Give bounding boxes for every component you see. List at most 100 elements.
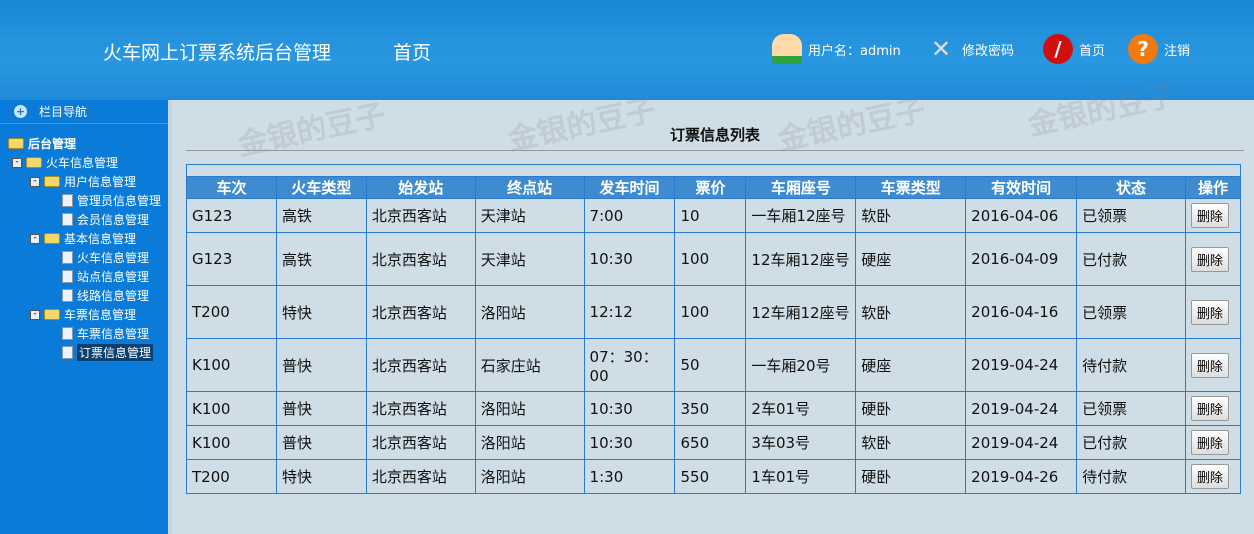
table-header-row: 车次 火车类型 始发站 终点站 发车时间 票价 车厢座号 车票类型 有效时间 状态 操作: [186, 176, 1242, 199]
action-cell: 删除: [1184, 391, 1242, 426]
table-cell: 10:30: [583, 232, 676, 286]
tree-group-basic[interactable]: - 基本信息管理: [0, 229, 168, 248]
column-header: 有效时间: [965, 176, 1078, 199]
table-cell: 高铁: [275, 198, 367, 233]
document-icon: [62, 289, 73, 302]
tree-item-admin[interactable]: 管理员信息管理: [0, 191, 168, 210]
table-cell: 硬卧: [855, 459, 967, 494]
table-cell: 洛阳站: [474, 459, 585, 494]
column-header: 票价: [674, 176, 747, 199]
column-header: 发车时间: [583, 176, 676, 199]
table-cell: 北京西客站: [365, 391, 476, 426]
tree-group-label: 基本信息管理: [64, 232, 137, 246]
action-cell: 删除: [1184, 285, 1242, 339]
tree-group-label: 车票信息管理: [64, 308, 137, 322]
tree-item-route[interactable]: 线路信息管理: [0, 286, 168, 305]
expand-icon[interactable]: +: [14, 105, 27, 118]
table-cell: T200: [186, 459, 277, 494]
table-cell: 洛阳站: [474, 285, 585, 339]
table-cell: 石家庄站: [474, 338, 585, 392]
folder-icon: [44, 233, 60, 244]
header-home-link[interactable]: 首页: [393, 38, 431, 65]
tree-root[interactable]: 后台管理: [0, 134, 168, 153]
table-cell: 2019-04-24: [965, 425, 1078, 460]
folder-icon: [26, 157, 42, 168]
table-cell: K100: [186, 338, 277, 392]
table-cell: 2019-04-24: [965, 391, 1078, 426]
nav-tree: 后台管理 - 火车信息管理 - 用户信息管理 管理员信息管理 会员信息管理 - 基本信…: [0, 124, 168, 362]
delete-button[interactable]: 删除: [1190, 299, 1229, 325]
username-label: 用户名：admin: [808, 43, 901, 59]
tree-group-label: 火车信息管理: [46, 156, 119, 170]
action-cell: 删除: [1184, 338, 1242, 392]
change-password-link[interactable]: ✕ 修改密码: [926, 34, 1014, 64]
table-row: K100 普快 北京西客站 石家庄站 07：30：00 50 一车厢20号 硬座 2019-04…: [186, 338, 1242, 392]
table-cell: 软卧: [855, 425, 967, 460]
table-cell: 软卧: [855, 198, 967, 233]
tools-icon: ✕: [930, 35, 952, 63]
tree-group-train[interactable]: - 火车信息管理: [0, 153, 168, 172]
table-cell: 50: [674, 338, 747, 392]
tree-group-user[interactable]: - 用户信息管理: [0, 172, 168, 191]
tree-group-ticket[interactable]: - 车票信息管理: [0, 305, 168, 324]
delete-button[interactable]: 删除: [1190, 352, 1229, 378]
table-cell: 7:00: [583, 198, 676, 233]
table-row: K100 普快 北京西客站 洛阳站 10:30 650 3车03号 软卧 2019-04-24 已…: [186, 425, 1242, 460]
home-icon: /: [1043, 34, 1073, 64]
table-cell: 软卧: [855, 285, 967, 339]
collapse-icon[interactable]: -: [12, 157, 22, 168]
tree-item-label: 火车信息管理: [77, 251, 150, 265]
column-header: 车次: [186, 176, 277, 199]
table-cell: 一车厢12座号: [745, 198, 857, 233]
home-link[interactable]: / 首页: [1043, 34, 1105, 64]
table-cell: 天津站: [474, 198, 585, 233]
nav-header: + 栏目导航: [0, 100, 168, 124]
table-cell: 普快: [275, 425, 367, 460]
folder-icon: [44, 309, 60, 320]
app-title: 火车网上订票系统后台管理: [103, 42, 332, 64]
delete-button[interactable]: 删除: [1190, 203, 1229, 228]
table-cell: 北京西客站: [365, 285, 476, 339]
table-cell: 已领票: [1076, 391, 1186, 426]
collapse-icon[interactable]: -: [30, 309, 40, 320]
table-cell: 100: [674, 232, 747, 286]
spacer-cell: [186, 164, 1241, 177]
table-cell: 高铁: [275, 232, 367, 286]
table-cell: 2车01号: [745, 391, 857, 426]
logout-link[interactable]: ? 注销: [1128, 34, 1190, 64]
document-icon: [62, 194, 73, 207]
delete-button[interactable]: 删除: [1190, 396, 1229, 421]
table-cell: 北京西客站: [365, 338, 476, 392]
tree-item-station[interactable]: 站点信息管理: [0, 267, 168, 286]
table-cell: 待付款: [1076, 459, 1186, 494]
delete-button[interactable]: 删除: [1190, 464, 1229, 489]
table-cell: 2016-04-06: [965, 198, 1078, 233]
page-title: 订票信息列表: [669, 126, 760, 144]
column-header: 操作: [1184, 176, 1242, 199]
table-cell: 特快: [275, 459, 367, 494]
tree-item-booking[interactable]: 订票信息管理: [0, 343, 168, 362]
document-icon: [62, 327, 73, 340]
delete-button[interactable]: 删除: [1190, 246, 1229, 272]
document-icon: [62, 346, 73, 359]
table-cell: 普快: [275, 391, 367, 426]
tree-item-train[interactable]: 火车信息管理: [0, 248, 168, 267]
column-header: 火车类型: [275, 176, 367, 199]
table-cell: 一车厢20号: [745, 338, 857, 392]
action-cell: 删除: [1184, 459, 1242, 494]
column-header: 终点站: [474, 176, 585, 199]
table-cell: K100: [186, 425, 277, 460]
table-cell: 硬座: [855, 338, 967, 392]
folder-icon: [8, 138, 24, 149]
table-cell: K100: [186, 391, 277, 426]
tree-item-member[interactable]: 会员信息管理: [0, 210, 168, 229]
tree-item-label: 线路信息管理: [77, 289, 150, 303]
delete-button[interactable]: 删除: [1190, 430, 1229, 455]
collapse-icon[interactable]: -: [30, 176, 40, 187]
table-cell: 350: [674, 391, 747, 426]
table-cell: 12车厢12座号: [745, 232, 857, 286]
tree-item-ticket[interactable]: 车票信息管理: [0, 324, 168, 343]
action-cell: 删除: [1184, 425, 1242, 460]
collapse-icon[interactable]: -: [30, 233, 40, 244]
tree-root-label: 后台管理: [28, 137, 77, 151]
